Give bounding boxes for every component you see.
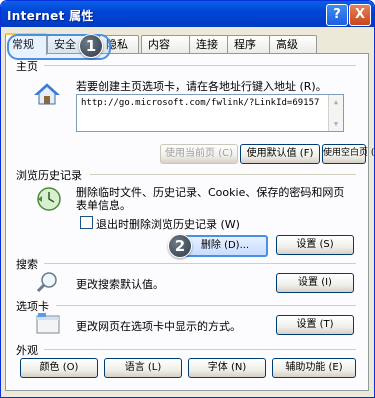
use-blank-button[interactable]: 使用空白页 (B) [322,144,374,164]
appearance-group-line [44,349,356,350]
internet-options-window: Internet 属性 ? X 常规 安全 隐私 内容 连接 程序 高级 1 主… [0,0,375,398]
appearance-group-label: 外观 [16,344,38,357]
delete-on-exit-checkbox[interactable] [80,216,93,229]
close-button[interactable]: X [349,4,371,26]
search-settings-button[interactable]: 设置 (I) [276,273,354,293]
fonts-button[interactable]: 字体 (N) [188,358,266,378]
title-bar: Internet 属性 ? X [1,1,374,27]
tabs-group-line [56,305,356,306]
history-desc-line2: 表单信息。 [76,199,131,212]
accessibility-button[interactable]: 辅助功能 (E) [272,358,356,378]
history-clock-icon [37,187,61,211]
history-group-label: 浏览历史记录 [16,169,82,182]
tab-connections[interactable]: 连接 [189,35,229,53]
house-icon [34,83,60,105]
scroll-up-icon[interactable]: ▲ [331,97,341,107]
home-hint: 若要创建主页选项卡，请在各地址行键入地址 (R)。 [76,80,327,93]
tabs-window-icon [36,313,60,334]
help-button[interactable]: ? [326,4,348,26]
delete-on-exit-label[interactable]: 退出时删除浏览历史记录 (W) [96,216,240,232]
home-group-label: 主页 [16,60,38,73]
history-settings-button[interactable]: 设置 (S) [276,235,354,255]
tab-content[interactable]: 内容 [141,35,191,53]
delete-history-button[interactable]: 删除 (D)... [182,235,268,257]
tabs-desc: 更改网页在选项卡中显示的方式。 [76,320,241,333]
url-scrollbar[interactable]: ▲ ▼ [328,95,343,131]
general-tab-panel: 主页 若要创建主页选项卡，请在各地址行键入地址 (R)。 http://go.m… [5,53,374,391]
home-url-text: http://go.microsoft.com/fwlink/?LinkId=6… [81,98,320,108]
colors-button[interactable]: 颜色 (O) [20,358,98,378]
languages-button[interactable]: 语言 (L) [104,358,182,378]
search-magnifier-icon [36,272,57,293]
search-desc: 更改搜索默认值。 [76,278,164,291]
search-group-line [44,263,356,264]
home-group-line [44,65,356,66]
search-group-label: 搜索 [16,258,38,271]
tab-advanced[interactable]: 高级 [269,35,317,53]
history-group-line [90,174,356,175]
use-default-button[interactable]: 使用默认值 (F) [240,144,320,164]
tabs-settings-button[interactable]: 设置 (T) [276,315,354,335]
step-badge-2: 2 [168,234,192,258]
window-title: Internet 属性 [7,9,94,23]
scroll-down-icon[interactable]: ▼ [331,119,341,129]
tab-programs[interactable]: 程序 [227,35,271,53]
use-current-button[interactable]: 使用当前页 (C) [160,144,238,164]
step-badge-1: 1 [79,34,103,58]
home-url-field[interactable]: http://go.microsoft.com/fwlink/?LinkId=6… [76,94,344,132]
